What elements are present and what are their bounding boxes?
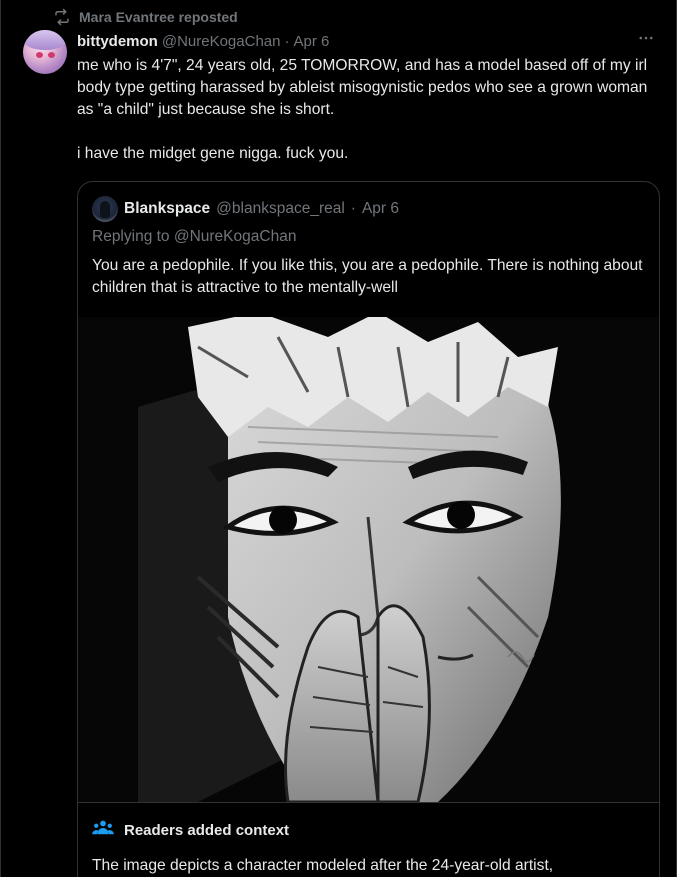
repost-indicator[interactable]: Mara Evantree reposted [53, 8, 238, 26]
quote-media-image[interactable] [78, 317, 659, 802]
repost-label: Mara Evantree reposted [79, 9, 238, 25]
replying-to-line[interactable]: Replying to @NureKogaChan [92, 228, 296, 246]
community-note-body: The image depicts a character modeled af… [92, 857, 554, 874]
quote-header: Blankspace @blankspace_real · Apr 6 [92, 196, 399, 222]
tweet-text-para1: me who is 4'7", 24 years old, 25 TOMORRO… [77, 57, 652, 118]
quote-date[interactable]: Apr 6 [362, 200, 399, 218]
community-note-header: Readers added context [92, 819, 289, 841]
tweet-body: me who is 4'7", 24 years old, 25 TOMORRO… [77, 55, 667, 165]
repost-icon [53, 8, 71, 26]
header-separator: · [284, 32, 290, 50]
author-avatar[interactable] [23, 30, 67, 74]
tweet-text-para2: i have the midget gene nigga. fuck you. [77, 145, 349, 162]
tweet-header: bittydemon @NureKogaChan · Apr 6 [77, 31, 656, 51]
community-note-title: Readers added context [124, 821, 290, 839]
quote-separator: · [350, 200, 356, 217]
tweet-date[interactable]: Apr 6 [293, 33, 329, 50]
avatar-hair [23, 30, 67, 50]
quote-author-handle[interactable]: @blankspace_real [216, 200, 345, 218]
quoted-tweet-card[interactable]: Blankspace @blankspace_real · Apr 6 Repl… [77, 181, 660, 877]
quote-author-display-name[interactable]: Blankspace [124, 200, 210, 218]
more-options-button[interactable] [634, 30, 658, 50]
quote-author-avatar[interactable] [92, 196, 118, 222]
quote-body: You are a pedophile. If you like this, y… [92, 257, 643, 296]
manga-portrait-image [78, 317, 659, 802]
community-note: Readers added context The image depicts … [78, 802, 659, 877]
author-handle[interactable]: @NureKogaChan [162, 33, 281, 50]
timeline-column: Mara Evantree reposted bittydemon @NureK… [0, 0, 677, 877]
people-icon [92, 819, 114, 841]
avatar-eye-right [48, 52, 55, 58]
avatar-eye-left [36, 52, 43, 58]
more-horizontal-icon [637, 29, 655, 52]
author-display-name[interactable]: bittydemon [77, 33, 158, 50]
